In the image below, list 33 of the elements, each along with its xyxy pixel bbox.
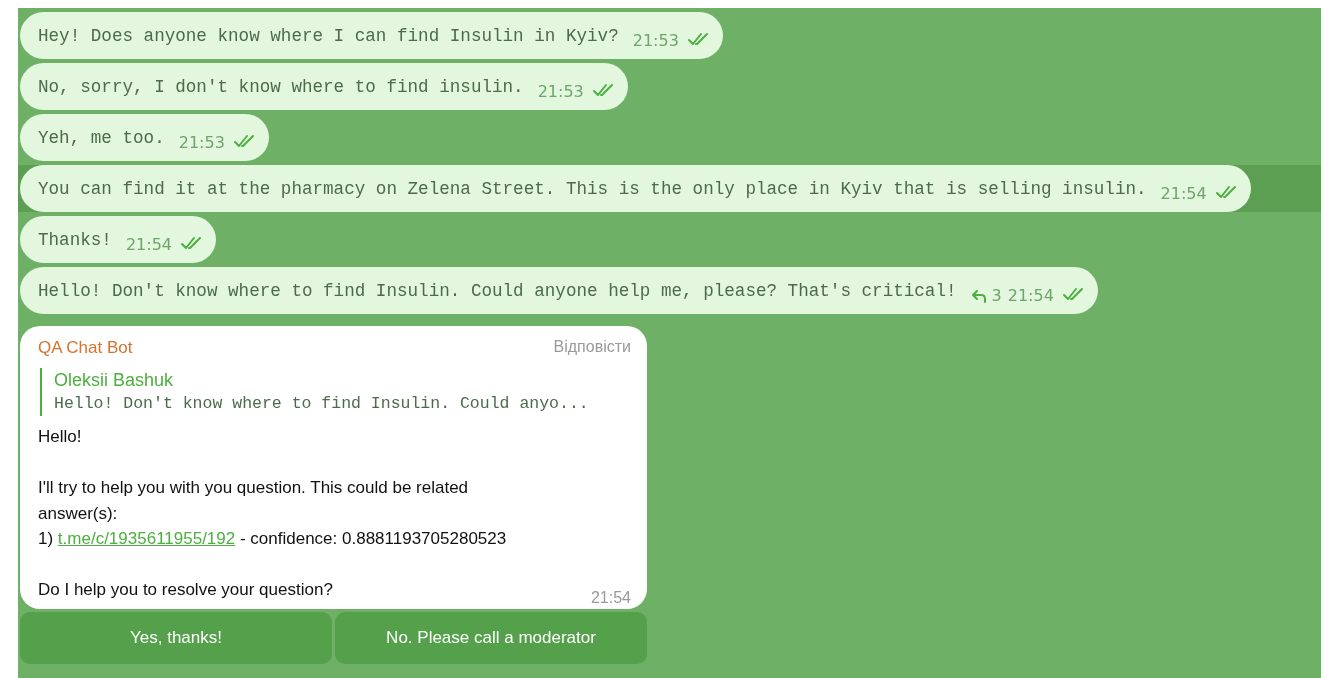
message-time: 21:54 bbox=[1160, 184, 1207, 203]
message-time: 21:54 bbox=[125, 235, 172, 254]
message-time: 21:54 bbox=[1007, 286, 1054, 305]
message-row[interactable]: Thanks! 21:54 bbox=[18, 216, 1321, 263]
answer-intro: I'll try to help you with you question. This could be related answer(s): bbox=[38, 477, 470, 525]
message-text: Yeh, me too. bbox=[38, 127, 165, 148]
message-time: 21:53 bbox=[537, 82, 584, 101]
reply-button[interactable]: Yes, thanks! bbox=[20, 611, 332, 664]
message-text: Hey! Does anyone know where I can find Insulin in Kyiv? bbox=[38, 25, 619, 46]
greeting-text: Hello! bbox=[38, 426, 83, 448]
message-text: You can find it at the pharmacy on Zelena Street. This is the only place in Kyiv that is selling insulin. bbox=[38, 178, 1147, 199]
message-text: Thanks! bbox=[38, 229, 112, 250]
quoted-message[interactable]: Oleksii Bashuk Hello! Don't know where to find Insulin. Could anyo... bbox=[40, 368, 631, 416]
reply-arrow-icon bbox=[970, 288, 987, 303]
question-text: Do I help you to resolve your question? bbox=[38, 579, 333, 601]
message-time: 21:53 bbox=[178, 133, 225, 152]
sender-name: QA Chat Bot bbox=[38, 338, 133, 358]
message-row[interactable]: No, sorry, I don't know where to find insulin. 21:53 bbox=[18, 63, 1321, 110]
message-row[interactable]: Hey! Does anyone know where I can find Insulin in Kyiv? 21:53 bbox=[18, 12, 1321, 59]
message-row[interactable]: You can find it at the pharmacy on Zelena Street. This is the only place in Kyiv that is selling insulin. 21:54 bbox=[18, 165, 1321, 212]
message-row[interactable]: Yeh, me too. 21:53 bbox=[18, 114, 1321, 161]
reply-link[interactable]: Відповісти bbox=[553, 338, 631, 358]
message-row[interactable]: Hello! Don't know where to find Insulin. Could anyone help me, please? That's critical! 3 21:54 bbox=[18, 267, 1321, 314]
quote-text: Hello! Don't know where to find Insulin. Could anyo... bbox=[54, 393, 590, 415]
reply-button[interactable]: No. Please call a moderator bbox=[335, 611, 647, 664]
answer-link[interactable]: t.me/c/1935611955/192 bbox=[57, 529, 236, 548]
message-text: No, sorry, I don't know where to find insulin. bbox=[38, 76, 524, 97]
quote-author: Oleksii Bashuk bbox=[54, 369, 175, 392]
message-time: 21:53 bbox=[632, 31, 679, 50]
answer-line: 1) t.me/c/1935611955/192 - confidence: 0.8881193705280523 bbox=[38, 528, 508, 550]
message-time: 21:54 bbox=[590, 588, 631, 607]
reply-count: 3 bbox=[991, 286, 1002, 305]
message-text: Hello! Don't know where to find Insulin. Could anyone help me, please? That's critical! bbox=[38, 280, 957, 301]
